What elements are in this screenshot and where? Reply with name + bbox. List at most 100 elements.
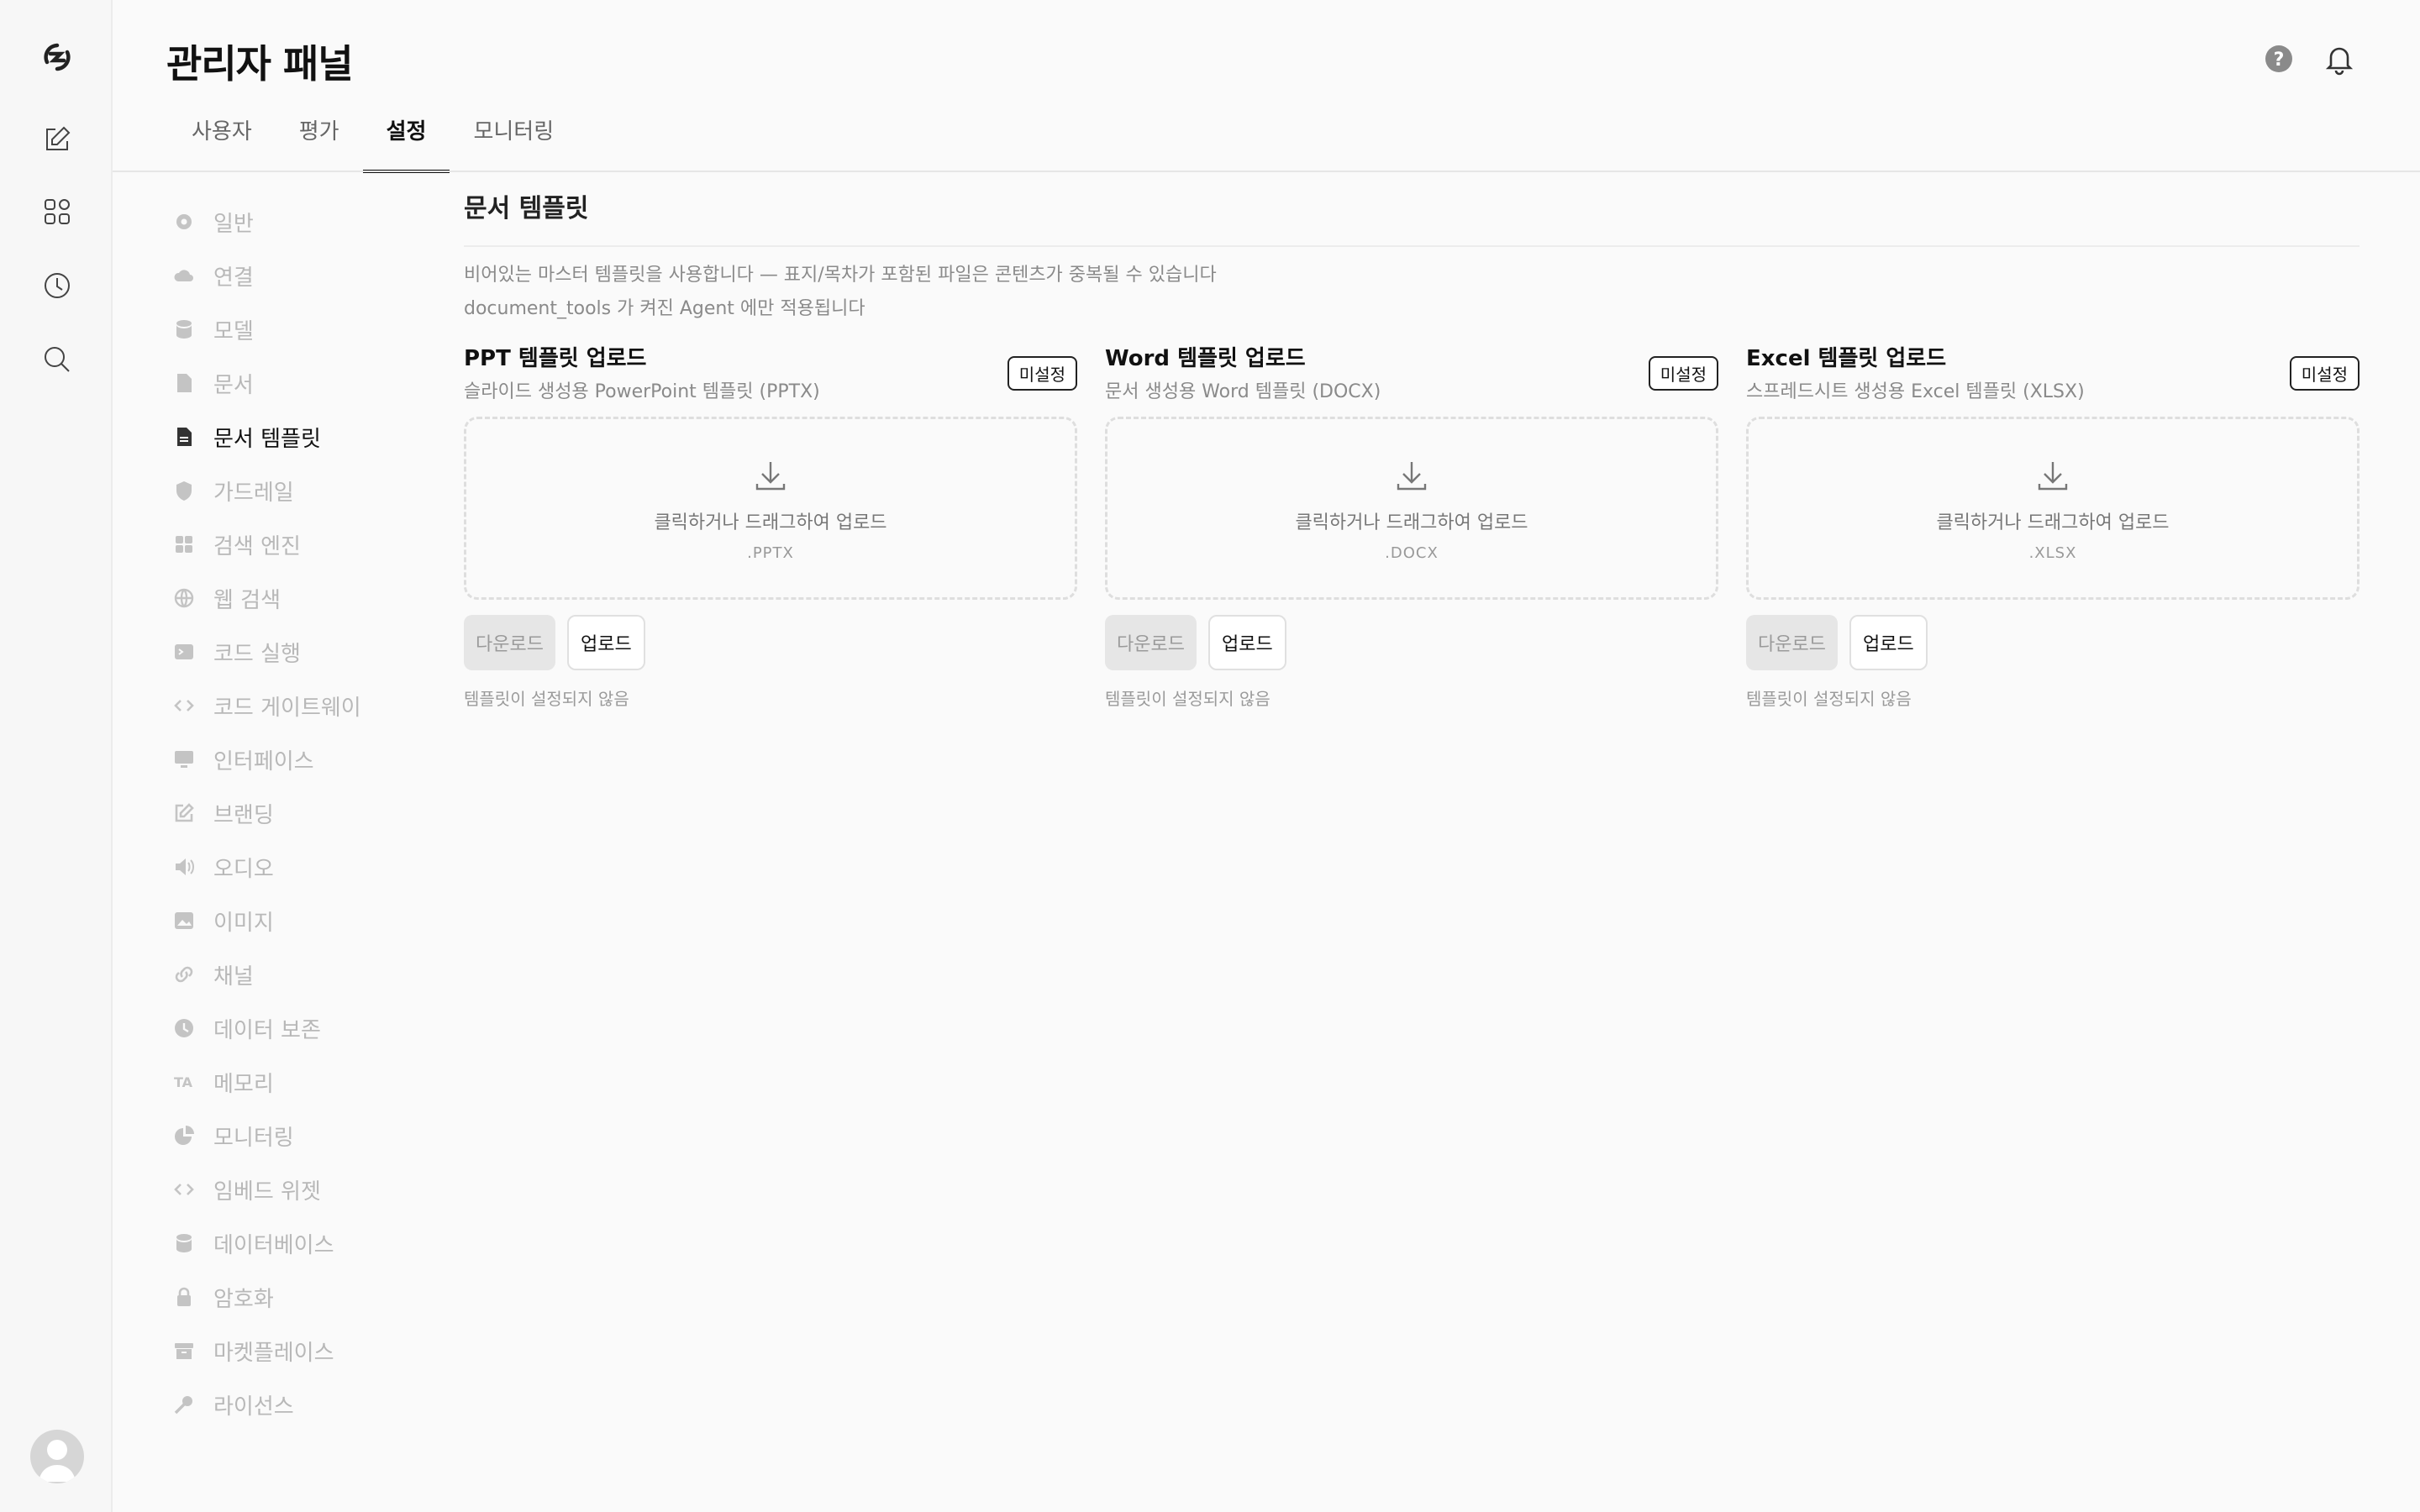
sidebar-item-images[interactable]: 이미지 (171, 894, 440, 948)
workspace-icon[interactable] (34, 188, 81, 235)
help-icon[interactable]: ? (2262, 42, 2296, 76)
sidebar-item-label: 검색 엔진 (213, 533, 301, 559)
upload-button[interactable]: 업로드 (1207, 615, 1286, 670)
speaker-icon (171, 854, 197, 879)
settings-sidebar: 일반 연결 모델 문서 문서 템플릿 가드레일 검색 엔진 웹 검색 코드 실행… (171, 195, 440, 1431)
sidebar-item-label: 코드 실행 (213, 641, 301, 667)
dropzone-extension: .XLSX (2028, 543, 2077, 562)
upload-button[interactable]: 업로드 (566, 615, 645, 670)
excel-template-card: Excel 템플릿 업로드 스프레드시트 생성용 Excel 템플릿 (XLSX… (1746, 344, 2360, 710)
sidebar-item-label: 이미지 (213, 910, 274, 936)
sidebar-item-label: 가드레일 (213, 480, 294, 506)
search-icon[interactable] (34, 336, 81, 383)
dropzone-extension: .DOCX (1385, 543, 1439, 562)
sidebar-item-label: 연결 (213, 265, 254, 291)
sidebar-item-models[interactable]: 모델 (171, 302, 440, 356)
upload-dropzone[interactable]: 클릭하거나 드래그하여 업로드 .PPTX (464, 417, 1077, 600)
sidebar-item-marketplace[interactable]: 마켓플레이스 (171, 1324, 440, 1378)
download-button[interactable]: 다운로드 (1746, 615, 1838, 670)
tabs-divider (113, 171, 2420, 172)
terminal-icon (171, 639, 197, 664)
tab-users[interactable]: 사용자 (168, 114, 276, 171)
download-button[interactable]: 다운로드 (464, 615, 555, 670)
sidebar-item-label: 모니터링 (213, 1125, 294, 1151)
sidebar-item-label: 일반 (213, 211, 254, 237)
card-title: Excel 템플릿 업로드 (1746, 346, 1947, 371)
sidebar-item-label: 데이터 보존 (213, 1017, 321, 1043)
app-logo-icon[interactable] (34, 34, 81, 81)
sidebar-item-label: 마켓플레이스 (213, 1340, 334, 1366)
sidebar-item-monitoring[interactable]: 모니터링 (171, 1109, 440, 1163)
upload-dropzone[interactable]: 클릭하거나 드래그하여 업로드 .XLSX (1746, 417, 2360, 600)
admin-tabs: 사용자 평가 설정 모니터링 (168, 114, 577, 173)
sidebar-item-connections[interactable]: 연결 (171, 249, 440, 302)
sidebar-item-embed-widget[interactable]: 임베드 위젯 (171, 1163, 440, 1216)
sidebar-item-label: 데이터베이스 (213, 1232, 334, 1258)
sidebar-item-branding[interactable]: 브랜딩 (171, 786, 440, 840)
status-badge: 미설정 (2289, 356, 2360, 391)
sidebar-item-audio[interactable]: 오디오 (171, 840, 440, 894)
avatar[interactable] (30, 1430, 84, 1483)
key-icon (171, 1392, 197, 1417)
sidebar-item-label: 임베드 위젯 (213, 1179, 321, 1205)
dropzone-text: 클릭하거나 드래그하여 업로드 (654, 512, 887, 533)
shield-icon (171, 478, 197, 503)
sidebar-item-label: 메모리 (213, 1071, 274, 1097)
sidebar-item-label: 문서 (213, 372, 254, 398)
image-icon (171, 908, 197, 933)
globe-icon (171, 585, 197, 611)
card-title: Word 템플릿 업로드 (1105, 346, 1306, 371)
clock-icon (171, 1016, 197, 1041)
download-button[interactable]: 다운로드 (1105, 615, 1197, 670)
sidebar-item-web-search[interactable]: 웹 검색 (171, 571, 440, 625)
section-title: 문서 템플릿 (464, 188, 2360, 247)
section-description: 비어있는 마스터 템플릿을 사용합니다 — 표지/목차가 포함된 파일은 콘텐츠… (464, 259, 2360, 326)
status-badge: 미설정 (1648, 356, 1718, 391)
code-icon (171, 1177, 197, 1202)
sidebar-item-data-retention[interactable]: 데이터 보존 (171, 1001, 440, 1055)
dropzone-text: 클릭하거나 드래그하여 업로드 (1295, 512, 1528, 533)
svg-text:TA: TA (174, 1074, 193, 1090)
sidebar-item-code-gateway[interactable]: 코드 게이트웨이 (171, 679, 440, 732)
sidebar-item-license[interactable]: 라이선스 (171, 1378, 440, 1431)
sidebar-item-label: 모델 (213, 318, 254, 344)
upload-dropzone[interactable]: 클릭하거나 드래그하여 업로드 .DOCX (1105, 417, 1718, 600)
sidebar-item-channels[interactable]: 채널 (171, 948, 440, 1001)
document-templates-panel: 문서 템플릿 비어있는 마스터 템플릿을 사용합니다 — 표지/목차가 포함된 … (464, 188, 2360, 710)
sidebar-item-label: 암호화 (213, 1286, 274, 1312)
download-icon (1397, 461, 1427, 490)
dropzone-extension: .PPTX (747, 543, 794, 562)
sidebar-item-label: 인터페이스 (213, 748, 314, 774)
sidebar-item-memory[interactable]: TA 메모리 (171, 1055, 440, 1109)
template-status-text: 템플릿이 설정되지 않음 (1105, 689, 1270, 709)
sidebar-item-encryption[interactable]: 암호화 (171, 1270, 440, 1324)
archive-icon (171, 1338, 197, 1363)
svg-text:?: ? (2274, 50, 2285, 71)
sidebar-item-code-execution[interactable]: 코드 실행 (171, 625, 440, 679)
sidebar-item-interface[interactable]: 인터페이스 (171, 732, 440, 786)
tab-settings[interactable]: 설정 (362, 114, 450, 173)
bell-icon[interactable] (2323, 42, 2356, 76)
sidebar-item-documents[interactable]: 문서 (171, 356, 440, 410)
history-icon[interactable] (34, 262, 81, 309)
ppt-template-card: PPT 템플릿 업로드 슬라이드 생성용 PowerPoint 템플릿 (PPT… (464, 344, 1077, 710)
template-cards: PPT 템플릿 업로드 슬라이드 생성용 PowerPoint 템플릿 (PPT… (464, 344, 2360, 710)
sidebar-item-general[interactable]: 일반 (171, 195, 440, 249)
grid-icon (171, 532, 197, 557)
sidebar-item-label: 웹 검색 (213, 587, 281, 613)
sidebar-item-database[interactable]: 데이터베이스 (171, 1216, 440, 1270)
code-icon (171, 693, 197, 718)
upload-button[interactable]: 업로드 (1849, 615, 1928, 670)
sidebar-item-document-templates[interactable]: 문서 템플릿 (171, 410, 440, 464)
sidebar-item-guardrails[interactable]: 가드레일 (171, 464, 440, 517)
database-icon (171, 317, 197, 342)
dropzone-text: 클릭하거나 드래그하여 업로드 (1936, 512, 2170, 533)
tab-monitoring[interactable]: 모니터링 (450, 114, 577, 171)
word-template-card: Word 템플릿 업로드 문서 생성용 Word 템플릿 (DOCX) 미설정 … (1105, 344, 1718, 710)
sidebar-item-label: 코드 게이트웨이 (213, 695, 361, 721)
sidebar-item-label: 오디오 (213, 856, 274, 882)
tab-evaluation[interactable]: 평가 (276, 114, 363, 171)
card-subtitle: 문서 생성용 Word 템플릿 (DOCX) (1105, 381, 1381, 402)
new-chat-icon[interactable] (34, 116, 81, 163)
sidebar-item-search-engine[interactable]: 검색 엔진 (171, 517, 440, 571)
